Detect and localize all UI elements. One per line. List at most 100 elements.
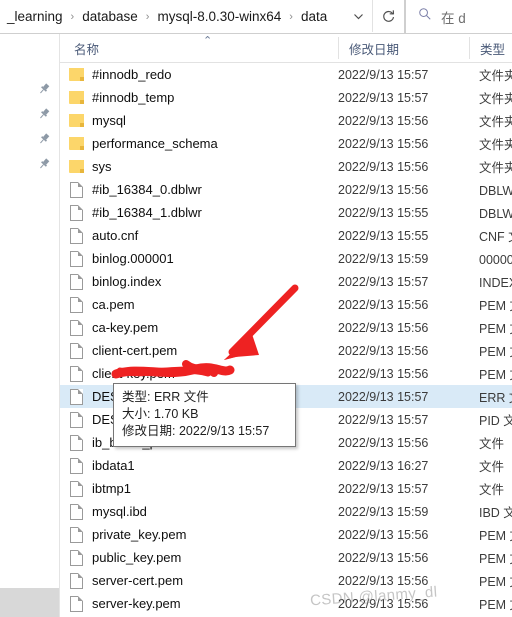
file-row[interactable]: server-key.pem2022/9/13 15:56PEM 文件 (60, 592, 512, 615)
file-icon (60, 296, 92, 313)
file-row[interactable]: public_key.pem 2022/9/13 15:56 PEM 文件 (60, 546, 512, 569)
file-name: server-key.pem (92, 596, 181, 611)
file-row[interactable]: mysql 2022/9/13 15:56 文件夹 (60, 109, 512, 132)
file-row[interactable]: client-cert.pem 2022/9/13 15:56 PEM 文件 (60, 339, 512, 362)
pin-icon[interactable] (37, 107, 51, 121)
file-type: 文件夹 (479, 69, 512, 83)
file-date-modified: 2022/9/13 15:57 (338, 412, 429, 427)
file-row[interactable]: mysql.ibd 2022/9/13 15:59 IBD 文件 (60, 500, 512, 523)
file-date-modified: 2022/9/13 15:56 (338, 320, 429, 335)
file-type: PEM 文件 (479, 299, 512, 313)
file-name: #ib_16384_0.dblwr (92, 182, 202, 197)
file-date-modified: 2022/9/13 15:57 (338, 90, 429, 105)
file-row[interactable]: ibtmp1 2022/9/13 15:57 文件 (60, 477, 512, 500)
file-type: INDEX 文件 (479, 276, 512, 290)
file-name: sys (92, 159, 112, 174)
file-name: ibdata1 (92, 458, 135, 473)
pin-icon[interactable] (37, 132, 51, 146)
file-name: private_key.pem (92, 527, 187, 542)
file-type: PEM 文件 (479, 529, 512, 543)
file-row[interactable]: #innodb_temp 2022/9/13 15:57 文件夹 (60, 86, 512, 109)
search-icon (418, 7, 432, 26)
file-row[interactable]: sys 2022/9/13 15:56 文件夹 (60, 155, 512, 178)
chevron-down-icon[interactable] (345, 0, 371, 32)
file-date-modified: 2022/9/13 15:56 (338, 343, 429, 358)
breadcrumb-item-2[interactable]: mysql-8.0.30-winx64 (152, 1, 286, 33)
pin-icon[interactable] (37, 82, 51, 96)
file-name: ca.pem (92, 297, 135, 312)
file-type: 文件夹 (479, 138, 512, 152)
file-name: binlog.index (92, 274, 162, 289)
pin-icon[interactable] (37, 157, 51, 171)
breadcrumb-separator: › (70, 10, 75, 23)
file-type: PID 文件 (479, 414, 512, 428)
file-type: PEM 文件 (479, 345, 512, 359)
file-row[interactable]: ca-key.pem 2022/9/13 15:56 PEM 文件 (60, 316, 512, 339)
file-row[interactable]: performance_schema 2022/9/13 15:56 文件夹 (60, 132, 512, 155)
file-type: 文件夹 (479, 92, 512, 106)
search-input[interactable]: 在 d (441, 7, 466, 27)
breadcrumb-item-3[interactable]: data (296, 1, 332, 33)
breadcrumb[interactable]: _learning › database › mysql-8.0.30-winx… (0, 0, 405, 34)
navigation-pane (0, 34, 60, 617)
file-icon (60, 388, 92, 405)
folder-icon (60, 91, 92, 104)
breadcrumb-item-0[interactable]: _learning (2, 1, 68, 33)
breadcrumb-separator: › (145, 10, 150, 23)
search-box[interactable]: 在 d (405, 0, 512, 34)
refresh-icon[interactable] (372, 0, 404, 32)
breadcrumb-item-1[interactable]: database (77, 1, 143, 33)
file-row[interactable]: #ib_16384_0.dblwr 2022/9/13 15:56 DBLWR 文件 (60, 178, 512, 201)
file-date-modified: 2022/9/13 15:59 (338, 504, 429, 519)
file-type: PEM 文件 (479, 598, 512, 612)
file-row[interactable]: binlog.000001 2022/9/13 15:59 000001 文件 (60, 247, 512, 270)
file-type: 000001 文件 (479, 253, 512, 267)
file-row[interactable]: #innodb_redo 2022/9/13 15:57 文件夹 (60, 63, 512, 86)
file-icon (60, 250, 92, 267)
file-row[interactable]: ibdata1 2022/9/13 16:27 文件 (60, 454, 512, 477)
file-icon (60, 572, 92, 589)
file-row[interactable]: auto.cnf 2022/9/13 15:55 CNF 文件 (60, 224, 512, 247)
file-date-modified: 2022/9/13 15:55 (338, 228, 429, 243)
column-header-type[interactable]: 类型 (469, 37, 505, 59)
file-date-modified: 2022/9/13 15:56 (338, 113, 429, 128)
file-icon (60, 319, 92, 336)
file-date-modified: 2022/9/13 15:57 (338, 481, 429, 496)
file-type: 文件 (479, 460, 505, 474)
file-date-modified: 2022/9/13 15:57 (338, 274, 429, 289)
file-date-modified: 2022/9/13 16:27 (338, 458, 429, 473)
file-row[interactable]: ca.pem 2022/9/13 15:56 PEM 文件 (60, 293, 512, 316)
file-type: PEM 文件 (479, 368, 512, 382)
file-list[interactable]: #innodb_redo 2022/9/13 15:57 文件夹 #innodb_te… (60, 63, 512, 617)
tooltip-date-line: 修改日期: 2022/9/13 15:57 (122, 424, 270, 438)
file-type: PEM 文件 (479, 575, 512, 589)
file-name: performance_schema (92, 136, 218, 151)
file-name: #innodb_redo (92, 67, 172, 82)
file-icon (60, 204, 92, 221)
file-icon (60, 227, 92, 244)
file-name: client-cert.pem (92, 343, 178, 358)
file-row[interactable]: #ib_16384_1.dblwr 2022/9/13 15:55 DBLWR 文件 (60, 201, 512, 224)
file-date-modified: 2022/9/13 15:56 (338, 182, 429, 197)
file-name: ca-key.pem (92, 320, 159, 335)
file-row[interactable]: server-cert.pem2022/9/13 15:56PEM 文件 (60, 569, 512, 592)
file-date-modified: 2022/9/13 15:56 (338, 136, 429, 151)
file-name: #innodb_temp (92, 90, 175, 105)
file-icon (60, 457, 92, 474)
file-type: IBD 文件 (479, 506, 512, 520)
file-date-modified: 2022/9/13 15:55 (338, 205, 429, 220)
file-icon (60, 434, 92, 451)
file-row[interactable]: private_key.pem 2022/9/13 15:56 PEM 文件 (60, 523, 512, 546)
file-row[interactable]: client-key.pem 2022/9/13 15:56 PEM 文件 (60, 362, 512, 385)
file-date-modified: 2022/9/13 15:56 (338, 550, 429, 565)
file-explorer-window: _learning › database › mysql-8.0.30-winx… (0, 0, 512, 617)
file-type: 文件 (479, 437, 505, 451)
file-icon (60, 365, 92, 382)
file-type: DBLWR 文件 (479, 184, 512, 198)
column-header-date-modified[interactable]: 修改日期 (338, 37, 399, 59)
column-header-name[interactable]: 名称 (74, 34, 99, 62)
file-icon (60, 549, 92, 566)
file-icon (60, 526, 92, 543)
file-icon (60, 342, 92, 359)
file-row[interactable]: binlog.index 2022/9/13 15:57 INDEX 文件 (60, 270, 512, 293)
